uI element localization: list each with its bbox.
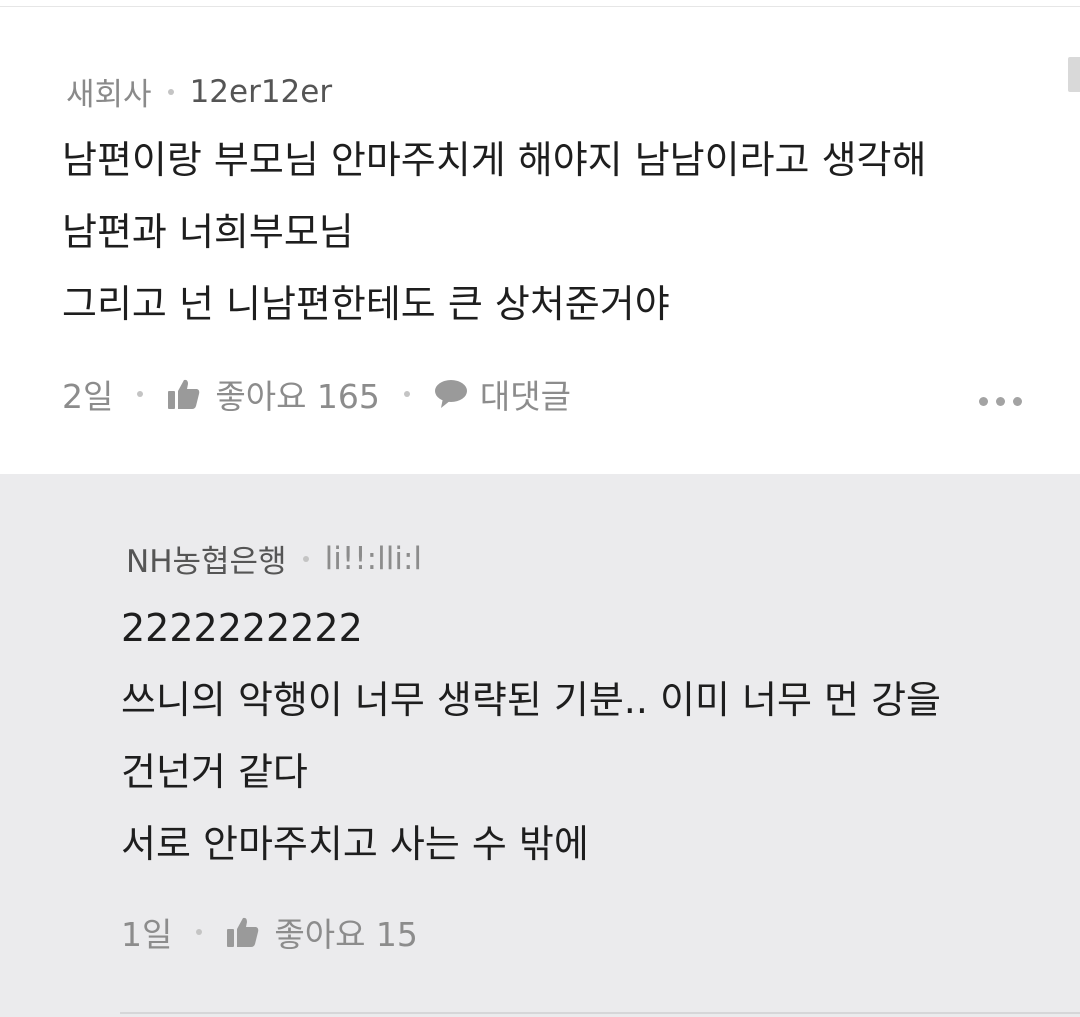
separator-dot <box>196 929 203 935</box>
reply-line: 건넌거 같다 <box>121 750 308 794</box>
speech-bubble-icon[interactable] <box>434 379 468 409</box>
comment-actions: 2일 좋아요 165 대댓글 <box>62 370 571 418</box>
reply-line: 서로 안마주치고 사는 수 밖에 <box>121 822 589 866</box>
reply-line: 2222222222 <box>121 606 363 650</box>
reply-body: 2222222222 쓰니의 악행이 너무 생략된 기분.. 이미 너무 먼 강… <box>121 592 941 880</box>
reply-actions: 1일 좋아요 15 <box>121 908 418 956</box>
separator-dot <box>137 391 144 397</box>
divider <box>120 1012 1080 1014</box>
reply-meta: NH농협은행 li!!:lli:l <box>126 536 422 581</box>
comment-meta: 새회사 12er12er <box>66 69 332 114</box>
thumbs-up-icon[interactable] <box>167 378 201 410</box>
comment-body: 남편이랑 부모님 안마주치게 해야지 남남이라고 생각해 남편과 너희부모님 그… <box>62 124 926 340</box>
comment-line: 남편이랑 부모님 안마주치게 해야지 남남이라고 생각해 <box>62 138 927 182</box>
reply-nickname[interactable]: li!!:lli:l <box>325 541 422 577</box>
scrollbar[interactable] <box>1068 57 1080 92</box>
separator-dot <box>302 555 309 562</box>
comment-line: 남편과 너희부모님 <box>62 210 354 254</box>
reply-line: 쓰니의 악행이 너무 생략된 기분.. 이미 너무 먼 강을 <box>121 678 941 722</box>
separator-dot <box>167 88 174 95</box>
more-dots-icon[interactable] <box>979 397 1022 406</box>
comment-nickname[interactable]: 12er12er <box>190 74 333 110</box>
comment-time: 2일 <box>62 377 114 416</box>
comment-item: 새회사 12er12er 남편이랑 부모님 안마주치게 해야지 남남이라고 생각… <box>0 7 1080 474</box>
separator-dot <box>403 391 410 397</box>
like-count[interactable]: 좋아요 165 <box>215 370 380 418</box>
comment-company[interactable]: 새회사 <box>66 69 152 114</box>
like-count[interactable]: 좋아요 15 <box>274 908 418 956</box>
comment-line: 그리고 넌 니남편한테도 큰 상처준거야 <box>62 282 670 326</box>
reply-button[interactable]: 대댓글 <box>480 370 571 418</box>
reply-item: NH농협은행 li!!:lli:l 2222222222 쓰니의 악행이 너무 … <box>0 474 1080 1017</box>
reply-time: 1일 <box>121 915 173 954</box>
reply-company[interactable]: NH농협은행 <box>126 536 287 581</box>
thumbs-up-icon[interactable] <box>226 916 260 948</box>
